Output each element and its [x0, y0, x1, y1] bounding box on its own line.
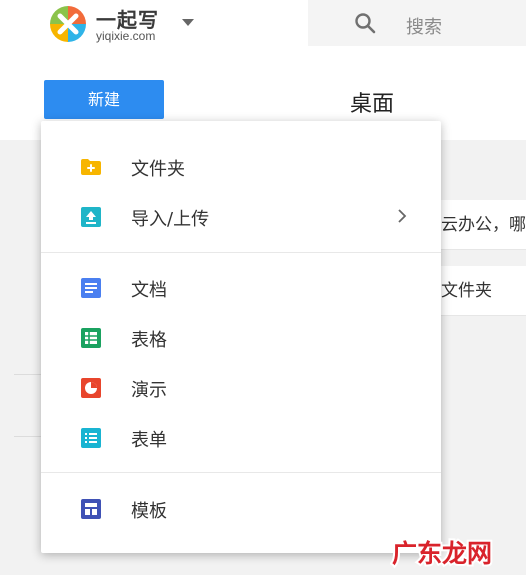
upload-icon	[81, 207, 101, 227]
menu-item-folder[interactable]: 文件夹	[41, 145, 441, 189]
spreadsheet-icon	[81, 328, 101, 348]
document-icon	[81, 278, 101, 298]
logo-mark-icon	[50, 6, 86, 42]
menu-divider	[41, 472, 441, 473]
search-input[interactable]: 搜索	[308, 0, 526, 46]
caret-down-icon[interactable]	[182, 19, 194, 26]
menu-item-presentation[interactable]: 演示	[41, 366, 441, 410]
search-placeholder: 搜索	[406, 17, 442, 38]
app-logo[interactable]: 一起写 yiqixie.com	[46, 2, 186, 46]
new-dropdown-menu: 文件夹 导入/上传 文档 表格 演示 表单 模板	[41, 121, 441, 553]
menu-item-spreadsheet[interactable]: 表格	[41, 316, 441, 360]
template-icon	[81, 499, 101, 519]
menu-item-label: 演示	[131, 380, 167, 401]
menu-item-label: 模板	[131, 501, 167, 522]
divider	[14, 436, 42, 437]
menu-divider	[41, 252, 441, 253]
menu-item-template[interactable]: 模板	[41, 487, 441, 531]
logo-domain: yiqixie.com	[96, 29, 156, 43]
presentation-icon	[81, 378, 101, 398]
search-icon	[355, 13, 376, 34]
menu-item-document[interactable]: 文档	[41, 266, 441, 310]
chevron-right-icon	[398, 209, 407, 223]
svg-text:广东龙网: 广东龙网	[392, 539, 492, 568]
page-title: 桌面	[350, 92, 395, 117]
menu-item-label: 导入/上传	[131, 209, 210, 230]
menu-item-form[interactable]: 表单	[41, 416, 441, 460]
folder-add-icon	[81, 159, 101, 175]
menu-item-label: 文件夹	[131, 159, 185, 180]
watermark-logo: 广东龙网 广东龙网	[390, 537, 494, 570]
menu-item-label: 文档	[131, 280, 167, 301]
app-header: 一起写 yiqixie.com 搜索 新建 桌面	[0, 0, 526, 140]
menu-item-label: 表单	[131, 430, 167, 451]
menu-item-import-upload[interactable]: 导入/上传	[41, 195, 441, 239]
new-button[interactable]: 新建	[44, 80, 164, 119]
divider	[14, 374, 42, 375]
form-icon	[81, 428, 101, 448]
menu-item-label: 表格	[131, 330, 167, 351]
